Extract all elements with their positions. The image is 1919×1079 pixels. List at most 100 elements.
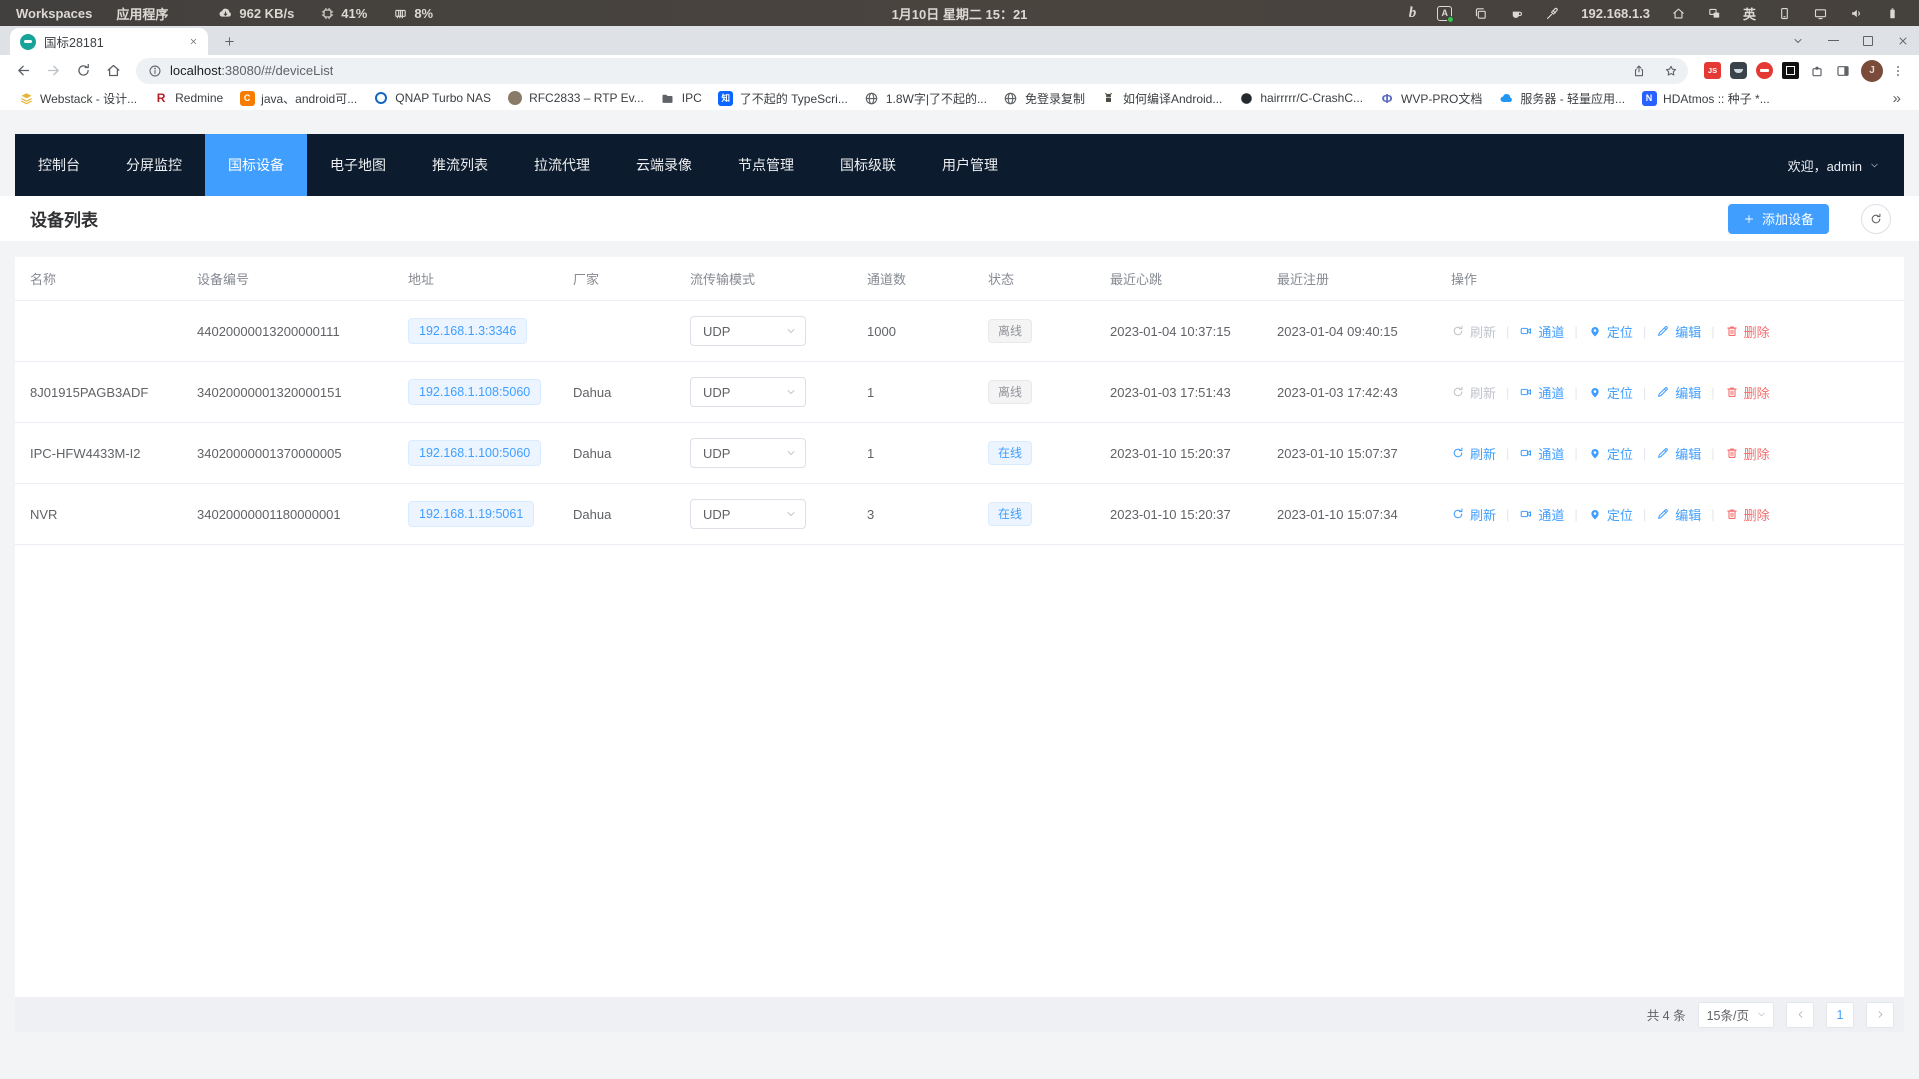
prev-page-button[interactable] (1786, 1002, 1814, 1028)
user-menu[interactable]: 欢迎，admin (1788, 156, 1904, 175)
column-header-status: 状态 (973, 269, 1095, 288)
reload-button[interactable] (70, 58, 96, 84)
edit-action[interactable]: 编辑 (1656, 444, 1701, 463)
locate-action[interactable]: 定位 (1588, 505, 1633, 524)
tray-bing-item[interactable]: b (1400, 0, 1426, 26)
tab-close-button[interactable] (185, 34, 201, 50)
profile-avatar[interactable]: J (1861, 60, 1883, 82)
nav-item-gb-cascade[interactable]: 国标级联 (817, 134, 919, 196)
page-size-select[interactable]: 15条/页 (1698, 1002, 1774, 1028)
bookmark-typescript[interactable]: 知 了不起的 TypeScri... (710, 88, 856, 109)
delete-action[interactable]: 删除 (1725, 322, 1770, 341)
nav-item-node-manage[interactable]: 节点管理 (715, 134, 817, 196)
tray-color-picker-item[interactable] (1536, 0, 1569, 26)
network-speed-indicator[interactable]: 962 KB/s (206, 0, 306, 26)
nav-item-user-manage[interactable]: 用户管理 (919, 134, 1021, 196)
tray-input-method[interactable]: 英 (1734, 0, 1765, 26)
delete-action[interactable]: 删除 (1725, 383, 1770, 402)
refresh-action[interactable]: 刷新 (1451, 444, 1496, 463)
home-button[interactable] (100, 58, 126, 84)
nav-item-emap[interactable]: 电子地图 (307, 134, 409, 196)
nav-item-push-streams[interactable]: 推流列表 (409, 134, 511, 196)
tray-screenshot-item[interactable]: A (1428, 0, 1461, 26)
stream-mode-select[interactable]: UDP (690, 438, 806, 468)
address-bar[interactable]: localhost:38080/#/deviceList (136, 58, 1688, 84)
column-header-address: 地址 (393, 269, 558, 288)
adblock-extension-icon[interactable] (1756, 62, 1773, 79)
new-tab-button[interactable] (216, 28, 242, 54)
forward-button[interactable] (40, 58, 66, 84)
edit-action[interactable]: 编辑 (1656, 505, 1701, 524)
cpu-usage-indicator[interactable]: 41% (308, 0, 379, 26)
side-panel-button[interactable] (1834, 62, 1851, 79)
locate-action[interactable]: 定位 (1588, 444, 1633, 463)
browser-tab[interactable]: 国标28181 (10, 28, 208, 55)
bookmark-rfc2833[interactable]: RFC2833 – RTP Ev... (499, 88, 652, 108)
bookmarks-overflow-button[interactable]: » (1885, 90, 1909, 107)
workspaces-button[interactable]: Workspaces (4, 0, 104, 26)
stream-mode-select[interactable]: UDP (690, 316, 806, 346)
clock-menu[interactable]: 1月10日 星期二 15：21 (892, 0, 1028, 26)
locate-action[interactable]: 定位 (1588, 383, 1633, 402)
page-number-button[interactable]: 1 (1826, 1002, 1854, 1028)
back-button[interactable] (10, 58, 36, 84)
next-page-button[interactable] (1866, 1002, 1894, 1028)
tray-display-item[interactable] (1804, 0, 1837, 26)
stream-mode-select[interactable]: UDP (690, 377, 806, 407)
nav-item-cloud-record[interactable]: 云端录像 (613, 134, 715, 196)
tray-battery-item[interactable] (1876, 0, 1909, 26)
tray-window-switcher-item[interactable] (1698, 0, 1731, 26)
extensions-menu-button[interactable] (1808, 62, 1825, 79)
share-button[interactable] (1626, 58, 1652, 84)
tray-caffeine-item[interactable] (1500, 0, 1533, 26)
tray-clipboard-item[interactable] (1464, 0, 1497, 26)
bookmark-android-build[interactable]: 如何编译Android... (1093, 88, 1230, 109)
nav-item-split-monitor[interactable]: 分屏监控 (103, 134, 205, 196)
tray-volume-item[interactable] (1840, 0, 1873, 26)
channel-action[interactable]: 通道 (1519, 383, 1564, 402)
window-close-button[interactable] (1897, 35, 1909, 47)
bookmark-redmine[interactable]: R Redmine (145, 88, 231, 108)
bookmark-hdatmos[interactable]: N HDAtmos :: 种子 *... (1633, 88, 1778, 109)
bookmark-github-crash[interactable]: hairrrrr/C-CrashC... (1230, 88, 1371, 108)
bookmark-qnap[interactable]: QNAP Turbo NAS (365, 88, 499, 108)
tray-ip-address[interactable]: 192.168.1.3 (1572, 0, 1659, 26)
tray-tablet-item[interactable] (1768, 0, 1801, 26)
tab-search-button[interactable] (1792, 35, 1804, 47)
channel-action[interactable]: 通道 (1519, 505, 1564, 524)
screenshot-extension-icon[interactable] (1782, 62, 1799, 79)
refresh-list-button[interactable] (1861, 204, 1891, 234)
bookmark-webstack[interactable]: Webstack - 设计... (10, 88, 145, 109)
stream-mode-select[interactable]: UDP (690, 499, 806, 529)
nav-item-pull-proxy[interactable]: 拉流代理 (511, 134, 613, 196)
bookmark-copy-free[interactable]: 免登录复制 (995, 88, 1093, 109)
json-viewer-extension-icon[interactable]: JS (1704, 62, 1721, 79)
dark-reader-extension-icon[interactable] (1730, 62, 1747, 79)
edit-action[interactable]: 编辑 (1656, 383, 1701, 402)
applications-menu[interactable]: 应用程序 (104, 0, 180, 26)
device-address-tag: 192.168.1.108:5060 (408, 379, 541, 405)
delete-action[interactable]: 删除 (1725, 505, 1770, 524)
bookmark-java-android[interactable]: C java、android可... (231, 88, 365, 109)
channel-action[interactable]: 通道 (1519, 444, 1564, 463)
channel-action[interactable]: 通道 (1519, 322, 1564, 341)
tray-home-item[interactable] (1662, 0, 1695, 26)
refresh-action[interactable]: 刷新 (1451, 322, 1496, 341)
bookmark-star-button[interactable] (1658, 58, 1684, 84)
locate-action[interactable]: 定位 (1588, 322, 1633, 341)
bookmark-server[interactable]: 服务器 - 轻量应用... (1490, 88, 1633, 109)
window-minimize-button[interactable] (1828, 40, 1839, 41)
edit-action[interactable]: 编辑 (1656, 322, 1701, 341)
window-maximize-button[interactable] (1863, 36, 1873, 46)
bookmark-folder-ipc[interactable]: IPC (652, 88, 710, 108)
add-device-button[interactable]: 添加设备 (1728, 204, 1829, 234)
delete-action[interactable]: 删除 (1725, 444, 1770, 463)
bookmark-18w[interactable]: 1.8W字|了不起的... (856, 88, 995, 109)
nav-item-console[interactable]: 控制台 (15, 134, 103, 196)
refresh-action[interactable]: 刷新 (1451, 383, 1496, 402)
nav-item-gb-devices[interactable]: 国标设备 (205, 134, 307, 196)
bookmark-wvp-docs[interactable]: Φ WVP-PRO文档 (1371, 88, 1490, 109)
refresh-action[interactable]: 刷新 (1451, 505, 1496, 524)
memory-usage-indicator[interactable]: 8% (381, 0, 445, 26)
browser-menu-button[interactable] (1887, 60, 1909, 82)
